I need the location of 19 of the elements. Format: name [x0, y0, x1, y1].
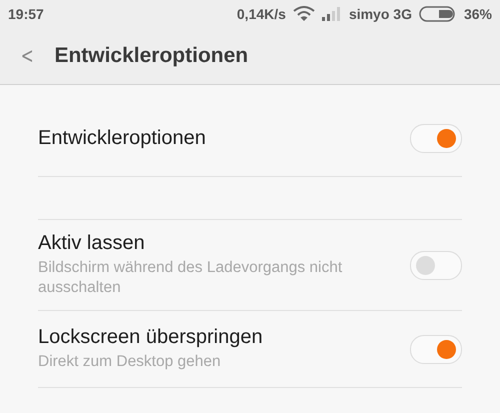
signal-icon: [322, 7, 342, 21]
toggle-switch[interactable]: [410, 334, 462, 364]
settings-row[interactable]: Aktiv lassen Bildschirm während des Ladevorgangs nicht ausschalten: [38, 220, 462, 312]
network-speed: 0,14K/s: [236, 6, 286, 22]
setting-title: Lockscreen überspringen: [38, 326, 263, 350]
carrier-name: simyo 3G: [348, 6, 412, 22]
toggle-switch[interactable]: [410, 250, 462, 280]
battery-level: 36%: [464, 6, 492, 22]
setting-title: Entwickleroptionen: [38, 126, 206, 150]
settings-row[interactable]: Lockscreen überspringen Direkt zum Desktop gehen: [38, 311, 462, 388]
setting-description: Direkt zum Desktop gehen: [38, 352, 222, 372]
battery-icon: [418, 6, 457, 22]
page-title: Entwickleroptionen: [54, 44, 248, 68]
wifi-icon: [292, 6, 315, 22]
toggle-switch[interactable]: [410, 124, 462, 152]
settings-row[interactable]: Entwickleroptionen: [38, 100, 462, 177]
setting-description: Bildschirm während des Ladevorgangs nicht ausschalten: [38, 258, 344, 298]
clock: 19:57: [8, 6, 44, 22]
setting-title: Aktiv lassen: [38, 232, 146, 255]
